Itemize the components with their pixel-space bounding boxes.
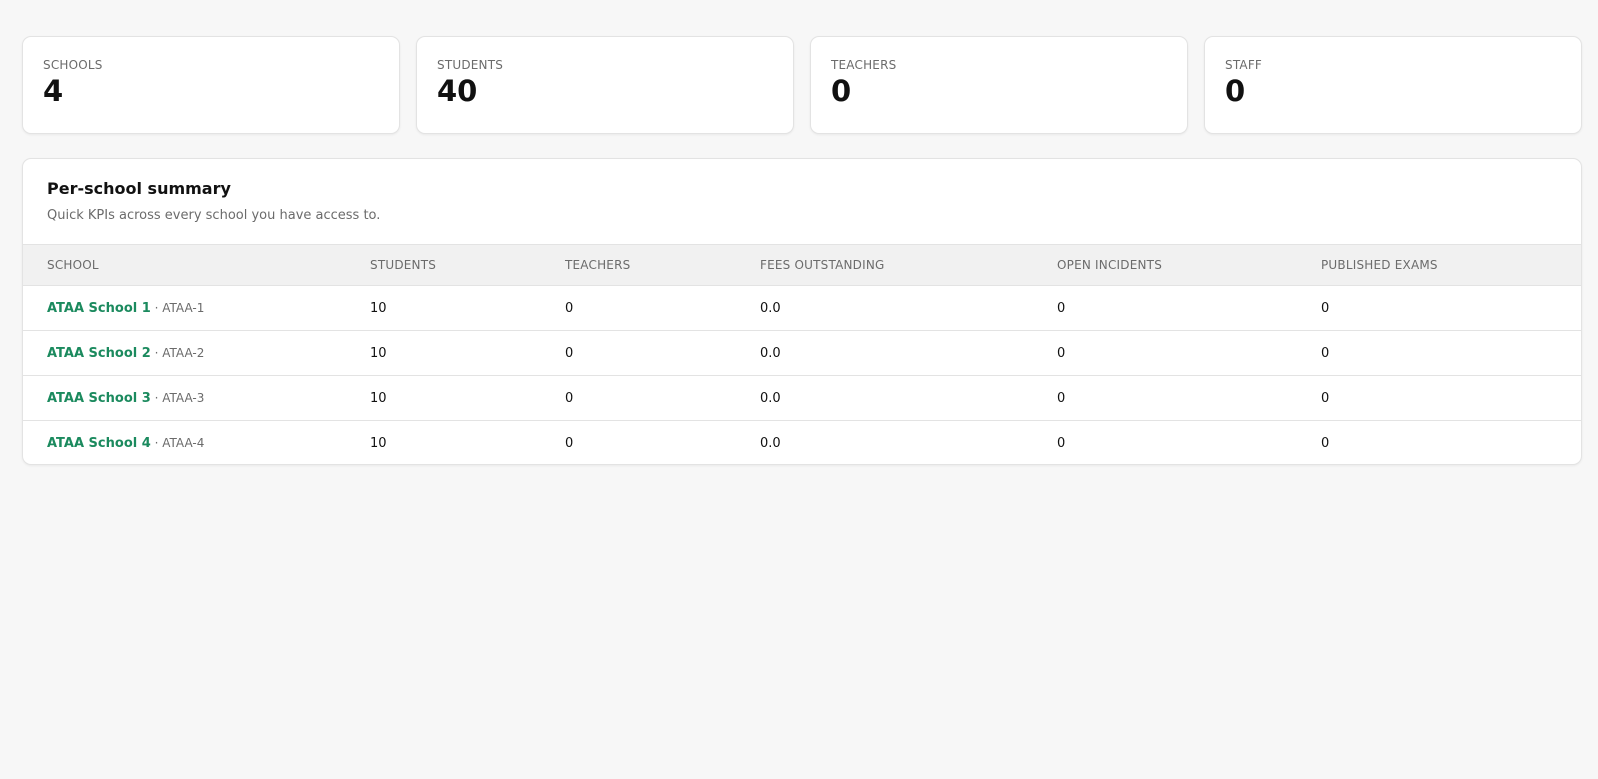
published-exams-cell: 0: [1321, 300, 1330, 316]
students-cell: 10: [370, 420, 565, 464]
column-header-students: STUDENTS: [370, 244, 565, 286]
school-link[interactable]: ATAA School 3: [47, 391, 151, 406]
stat-value: 40: [437, 74, 478, 108]
column-header-fees-outstanding: FEES OUTSTANDING: [760, 244, 1057, 286]
open-incidents-cell: 0: [1057, 300, 1066, 316]
stats-row: SCHOOLS 4 STUDENTS 40 TEACHERS 0 STAFF 0: [22, 36, 1582, 134]
per-school-summary-card: Per-school summary Quick KPIs across eve…: [22, 158, 1582, 465]
school-cell: ATAA School 2 · ATAA-2: [23, 330, 370, 376]
school-link[interactable]: ATAA School 4: [47, 436, 151, 451]
published-exams-cell: 0: [1321, 375, 1581, 421]
school-link[interactable]: ATAA School 1: [47, 301, 151, 316]
stat-card-staff: STAFF 0: [1204, 36, 1582, 134]
school-cell: ATAA School 3 · ATAA-3: [23, 375, 370, 421]
summary-subtitle: Quick KPIs across every school you have …: [47, 208, 381, 223]
stat-value: 0: [831, 74, 852, 108]
column-header-school: SCHOOL: [23, 244, 370, 286]
school-code: · ATAA-1: [150, 300, 205, 315]
teachers-cell: 0: [565, 300, 574, 316]
stat-label: STAFF: [1225, 58, 1263, 72]
fees-outstanding-cell: 0.0: [760, 375, 1057, 421]
fees-outstanding-cell: 0.0: [760, 330, 1057, 376]
stat-label: TEACHERS: [831, 58, 897, 72]
stat-card-students: STUDENTS 40: [416, 36, 794, 134]
open-incidents-cell: 0: [1057, 375, 1321, 421]
school-code: · ATAA-4: [150, 435, 205, 450]
column-header-teachers: TEACHERS: [565, 244, 760, 286]
column-header-open-incidents: OPEN INCIDENTS: [1057, 244, 1321, 286]
summary-title: Per-school summary: [47, 179, 231, 198]
stat-label: SCHOOLS: [43, 58, 103, 72]
school-summary-table: SCHOOL STUDENTS TEACHERS FEES OUTSTANDIN…: [23, 244, 1581, 464]
open-incidents-cell: 0: [1057, 420, 1321, 464]
school-code: · ATAA-2: [150, 345, 205, 360]
teachers-cell: 0: [565, 420, 760, 464]
fees-outstanding-cell: 0.0: [760, 300, 781, 316]
school-cell: ATAA School 4 · ATAA-4: [23, 420, 370, 464]
school-code: · ATAA-3: [150, 390, 205, 405]
teachers-cell: 0: [565, 330, 760, 376]
published-exams-cell: 0: [1321, 330, 1581, 376]
fees-outstanding-cell: 0.0: [760, 420, 1057, 464]
dashboard-page: SCHOOLS 4 STUDENTS 40 TEACHERS 0 STAFF 0…: [0, 0, 1598, 779]
stat-value: 0: [1225, 74, 1246, 108]
stat-card-schools: SCHOOLS 4: [22, 36, 400, 134]
published-exams-cell: 0: [1321, 420, 1581, 464]
table-header-row: SCHOOL STUDENTS TEACHERS FEES OUTSTANDIN…: [23, 244, 1581, 286]
table-row: ATAA School 1 · ATAA-1 10 0 0.0 0 0: [23, 286, 1581, 331]
table-body: ATAA School 1 · ATAA-1 10 0 0.0 0 0 ATAA…: [23, 286, 1581, 464]
students-cell: 10: [370, 300, 387, 316]
open-incidents-cell: 0: [1057, 330, 1321, 376]
summary-header: Per-school summary Quick KPIs across eve…: [23, 159, 1581, 244]
school-link[interactable]: ATAA School 2: [47, 346, 151, 361]
stat-value: 4: [43, 74, 64, 108]
table-row: ATAA School 2 · ATAA-2 10 0 0.0 0 0: [23, 330, 1581, 376]
stat-label: STUDENTS: [437, 58, 504, 72]
teachers-cell: 0: [565, 375, 760, 421]
table-row: ATAA School 3 · ATAA-3 10 0 0.0 0 0: [23, 375, 1581, 421]
table-row: ATAA School 4 · ATAA-4 10 0 0.0 0 0: [23, 420, 1581, 464]
stat-card-teachers: TEACHERS 0: [810, 36, 1188, 134]
table-header: SCHOOL STUDENTS TEACHERS FEES OUTSTANDIN…: [23, 244, 1581, 286]
column-header-published-exams: PUBLISHED EXAMS: [1321, 244, 1581, 286]
students-cell: 10: [370, 375, 565, 421]
school-cell: ATAA School 1 · ATAA-1: [23, 286, 370, 331]
students-cell: 10: [370, 330, 565, 376]
